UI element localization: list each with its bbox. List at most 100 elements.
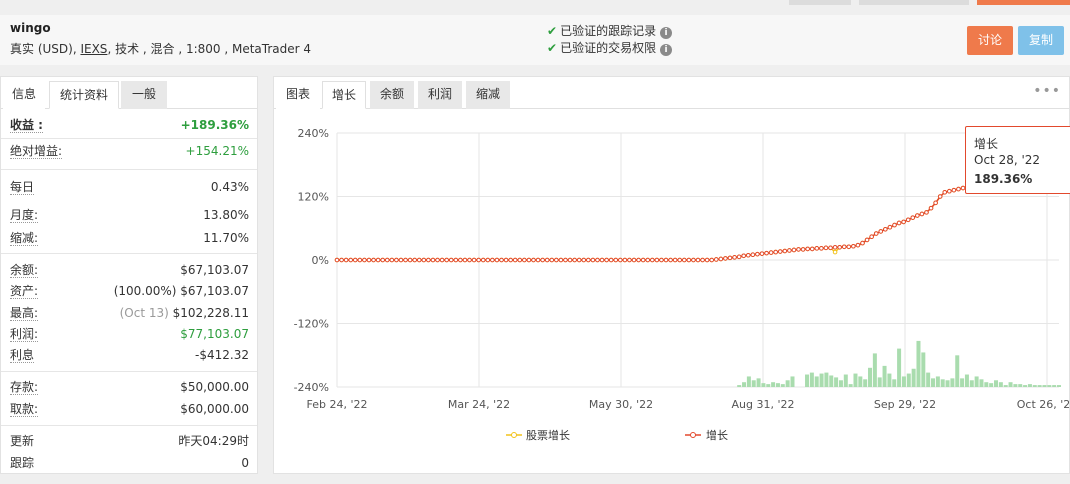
tab-drawdown[interactable]: 缩减 (466, 81, 510, 109)
volume-bar (926, 372, 931, 387)
growth-point (371, 257, 376, 263)
growth-point (540, 257, 545, 263)
equity-row: 资产: (100.00%) $67,103.07 (1, 281, 257, 301)
growth-point (362, 257, 367, 263)
growth-point (426, 257, 431, 263)
growth-point (723, 256, 728, 261)
top-toolbar-stubs (0, 0, 1070, 5)
growth-point (659, 257, 664, 263)
tooltip-title: 增长 (974, 137, 999, 151)
growth-point (595, 257, 600, 263)
interest-row: 利息 -$412.32 (1, 345, 257, 365)
growth-point (590, 257, 596, 263)
growth-point (462, 257, 468, 263)
tab-growth[interactable]: 增长 (322, 81, 366, 109)
top-button-stub[interactable] (789, 0, 851, 5)
growth-point (924, 210, 929, 215)
growth-point (618, 257, 623, 263)
updated-value: 昨天04:29时 (178, 434, 249, 448)
drawdown-label: 缩减: (10, 231, 39, 246)
growth-line (337, 159, 1059, 261)
top-button-stub[interactable] (977, 0, 1070, 5)
volume-bar (974, 376, 979, 387)
top-button-stub[interactable] (859, 0, 969, 5)
copy-button[interactable]: 复制 (1018, 26, 1064, 55)
growth-point (681, 257, 687, 263)
legend-equity-label: 股票增长 (526, 428, 570, 442)
volume-bar (843, 374, 848, 387)
growth-point (435, 257, 440, 263)
growth-point (430, 257, 436, 263)
y-tick-label: 0% (312, 254, 329, 267)
volume-bar (1023, 385, 1028, 387)
highest-amount: $102,228.11 (172, 306, 249, 320)
info-icon[interactable]: i (660, 44, 673, 56)
equity-label: 资产: (10, 284, 39, 299)
balance-label: 余额: (10, 263, 39, 278)
volume-bar (819, 373, 824, 387)
more-options-icon[interactable]: ••• (1033, 83, 1061, 99)
tab-general[interactable]: 一般 (121, 81, 167, 109)
volume-bar (742, 382, 747, 387)
account-header: wingo 真实 (USD), IEXS, 技术 , 混合 , 1:800 , … (0, 15, 1070, 65)
growth-point (814, 246, 820, 251)
info-icon[interactable]: i (660, 27, 673, 39)
volume-bar (911, 368, 916, 387)
volume-bar (1057, 385, 1061, 387)
volume-bar (1027, 384, 1032, 387)
growth-point (380, 257, 385, 263)
volume-bar (950, 378, 955, 387)
volume-bar (1008, 382, 1013, 387)
volume-bar (785, 380, 790, 387)
growth-point (700, 257, 705, 263)
growth-point (503, 257, 509, 263)
volume-bar (882, 365, 887, 387)
growth-point (334, 257, 340, 263)
volume-bar (834, 377, 839, 387)
growth-point (805, 246, 810, 252)
volume-bar (1013, 384, 1018, 387)
growth-point (599, 257, 605, 263)
growth-point (764, 250, 769, 256)
tab-profit[interactable]: 利润 (418, 81, 462, 109)
tab-info[interactable]: 信息 (3, 81, 45, 109)
growth-point (636, 257, 641, 263)
account-info: 真实 (USD), IEXS, 技术 , 混合 , 1:800 , MetaTr… (10, 40, 311, 57)
volume-bar (945, 380, 950, 387)
growth-point (892, 222, 897, 228)
balance-row: 余额: $67,103.07 (1, 260, 257, 280)
growth-point (645, 257, 651, 263)
growth-point (901, 219, 906, 225)
growth-point (782, 248, 788, 254)
stats-panel: 信息 统计资料 一般 收益 : +189.36% 绝对增益: +154.21% … (0, 76, 258, 474)
growth-point (586, 257, 591, 263)
monthly-value: 13.80% (203, 208, 249, 222)
volume-bar (746, 376, 751, 387)
volume-bar (868, 367, 873, 387)
discuss-button[interactable]: 讨论 (967, 26, 1013, 55)
growth-point (910, 215, 916, 220)
drawdown-value: 11.70% (203, 231, 249, 245)
growth-point (860, 240, 865, 246)
growth-point (512, 257, 518, 263)
account-details: , 技术 , 混合 , 1:800 , MetaTrader 4 (107, 42, 312, 56)
growth-point (800, 247, 806, 252)
volume-bar (771, 382, 776, 387)
updated-row: 更新 昨天04:29时 (1, 431, 257, 451)
growth-point (398, 257, 404, 263)
growth-point (485, 257, 491, 263)
volume-bar (955, 355, 960, 387)
tab-balance[interactable]: 余额 (370, 81, 414, 109)
tab-statistics[interactable]: 统计资料 (49, 81, 119, 109)
gain-value: +189.36% (180, 118, 249, 132)
growth-point (389, 257, 395, 263)
growth-chart[interactable]: 240% 120% 0% -120% -240% Feb 24, '22 Mar 24, '… (274, 110, 1069, 474)
growth-point (517, 257, 523, 263)
broker-link[interactable]: IEXS (80, 42, 107, 56)
volume-bar (877, 377, 882, 387)
growth-point (476, 257, 481, 263)
growth-point (727, 255, 733, 261)
tab-chart[interactable]: 图表 (276, 81, 320, 109)
growth-point (535, 257, 541, 263)
growth-point (554, 257, 559, 263)
